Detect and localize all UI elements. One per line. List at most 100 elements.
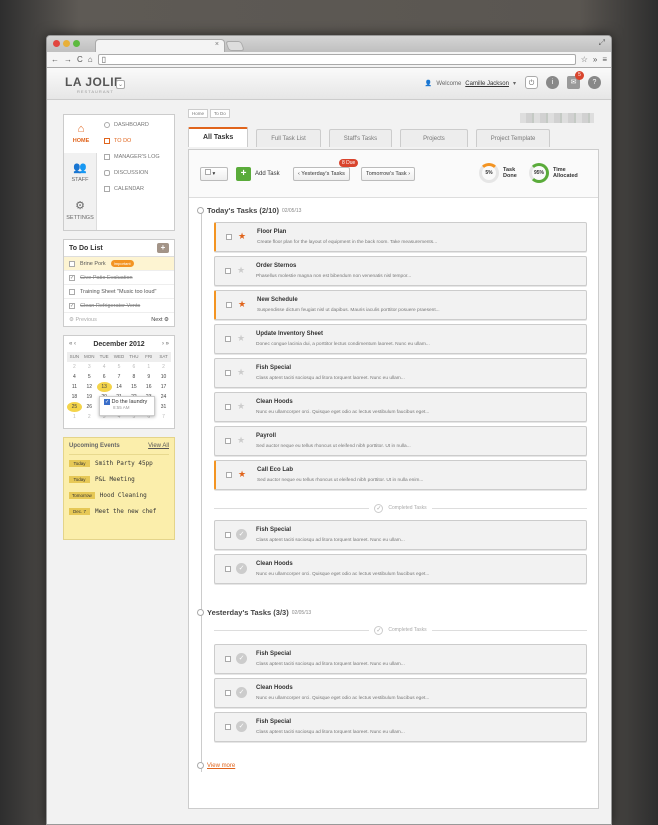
bookmark-star-icon[interactable]: ☆ — [581, 55, 588, 64]
completed-task-card[interactable]: ✓ Clean Hoods Nunc eu ullamcorper orci. Qu… — [214, 678, 587, 708]
browser-tab[interactable]: × — [95, 39, 225, 52]
url-field[interactable]: ▯ — [97, 54, 576, 65]
maximize-window-button[interactable] — [73, 40, 80, 47]
info-icon[interactable]: i — [546, 76, 559, 89]
star-icon[interactable]: ★ — [237, 265, 245, 276]
task-checkbox[interactable] — [226, 234, 232, 240]
calendar-day[interactable]: 15 — [126, 382, 141, 392]
task-card[interactable]: ★ Call Eco Lab Sed auctor neque eu tellus … — [214, 460, 587, 490]
tab-project-template[interactable]: Project Template — [475, 129, 551, 147]
star-icon[interactable]: ★ — [237, 333, 245, 344]
nav-staff[interactable]: 👥 STAFF — [64, 153, 96, 191]
todo-checkbox[interactable]: ✓ — [69, 302, 75, 309]
star-icon[interactable]: ★ — [238, 299, 246, 310]
check-icon[interactable]: ✓ — [236, 653, 247, 664]
new-tab-button[interactable] — [225, 41, 245, 51]
calendar-day[interactable]: 6 — [97, 372, 112, 382]
calendar-day[interactable]: 2 — [82, 412, 97, 422]
calendar-day[interactable]: 24 — [156, 392, 171, 402]
check-icon[interactable]: ✓ — [236, 721, 247, 732]
calendar-day[interactable]: 3 — [82, 362, 97, 372]
completed-task-card[interactable]: ✓ Fish Special Class aptent taciti sociosq… — [214, 712, 587, 742]
nav-home[interactable]: ⌂ HOME — [64, 115, 98, 153]
task-checkbox[interactable] — [225, 336, 231, 342]
extensions-icon[interactable]: » — [593, 55, 597, 64]
calendar-day[interactable]: 25 — [67, 402, 82, 412]
menu-icon[interactable]: ≡ — [602, 55, 607, 64]
calendar-day[interactable]: 1 — [141, 362, 156, 372]
task-checkbox[interactable] — [226, 472, 232, 478]
event-item[interactable]: Today Smith Party 45pp — [69, 455, 169, 471]
completed-task-card[interactable]: ✓ Clean Hoods Nunc eu ullamcorper orci. Qu… — [214, 554, 587, 584]
sublink-dashboard[interactable]: DASHBOARD — [104, 122, 160, 128]
app-logo[interactable]: LA JOLIE RESTAURANT — [65, 75, 123, 94]
sublink-calendar[interactable]: CALENDAR — [104, 186, 160, 192]
nav-settings[interactable]: ⚙ SETTINGS — [64, 191, 96, 229]
popup-checkbox[interactable]: ✓ — [104, 399, 110, 405]
todo-checkbox[interactable] — [69, 260, 75, 267]
calendar-day[interactable]: 1 — [67, 412, 82, 422]
user-menu[interactable]: 👤 Welcome Camille Jackson ▾ — [425, 80, 516, 88]
messages-icon[interactable]: ✉ 5 — [567, 71, 584, 89]
task-card[interactable]: ★ Fish Special Class aptent taciti sociosq… — [214, 358, 587, 388]
calendar-day[interactable]: 2 — [67, 362, 82, 372]
yesterday-tasks-button[interactable]: ‹ Yesterday's Tasks — [293, 167, 350, 181]
calendar-day[interactable]: 9 — [141, 372, 156, 382]
task-checkbox[interactable] — [225, 656, 231, 662]
todo-checkbox[interactable] — [69, 288, 75, 295]
tomorrow-task-button[interactable]: Tomorrow's Task › — [361, 167, 416, 181]
calendar-day[interactable]: 10 — [156, 372, 171, 382]
completed-task-card[interactable]: ✓ Fish Special Class aptent taciti sociosq… — [214, 520, 587, 550]
calendar-day[interactable]: 5 — [82, 372, 97, 382]
completed-task-card[interactable]: ✓ Fish Special Class aptent taciti sociosq… — [214, 644, 587, 674]
todo-checkbox[interactable]: ✓ — [69, 274, 75, 281]
calendar-day[interactable]: 6 — [126, 362, 141, 372]
task-card[interactable]: ★ Order Sternos Phasellus molestie magna n… — [214, 256, 587, 286]
task-card[interactable]: ★ Update Inventory Sheet Donec congue laci… — [214, 324, 587, 354]
select-all-checkbox[interactable] — [205, 169, 211, 175]
tab-all-tasks[interactable]: All Tasks — [188, 127, 249, 147]
task-card[interactable]: ★ Payroll Sed auctor neque eu tellus rhonc… — [214, 426, 587, 456]
help-icon[interactable]: ? — [588, 76, 601, 89]
minimize-window-button[interactable] — [63, 40, 70, 47]
task-card[interactable]: ★ New Schedule Suspendisse dictum feugiat … — [214, 290, 587, 320]
tab-projects[interactable]: Projects — [400, 129, 468, 147]
calendar-day[interactable]: 2 — [156, 362, 171, 372]
todo-prev-button[interactable]: ⚙ Previous — [69, 317, 97, 323]
event-item[interactable]: Dec. 7 Meet the new chef — [69, 503, 169, 519]
add-task-button[interactable]: + Add Task — [236, 167, 280, 181]
calendar-day[interactable]: 18 — [67, 392, 82, 402]
calendar-day[interactable]: 11 — [67, 382, 82, 392]
add-todo-button[interactable]: + — [157, 243, 169, 253]
fullscreen-icon[interactable]: ⤢ — [599, 38, 605, 48]
calendar-day[interactable]: 26 — [82, 402, 97, 412]
task-checkbox[interactable] — [225, 438, 231, 444]
power-icon[interactable]: ⏻ — [525, 76, 538, 89]
task-card[interactable]: ★ Clean Hoods Nunc eu ullamcorper orci. Qu… — [214, 392, 587, 422]
task-checkbox[interactable] — [225, 268, 231, 274]
calendar-day[interactable]: 16 — [141, 382, 156, 392]
calendar-day[interactable]: 7 — [112, 372, 127, 382]
calendar-day[interactable]: 8 — [126, 372, 141, 382]
check-icon[interactable]: ✓ — [236, 687, 247, 698]
task-checkbox[interactable] — [225, 532, 231, 538]
star-icon[interactable]: ★ — [238, 469, 246, 480]
logo-dropdown-icon[interactable]: ⌄ — [116, 80, 125, 89]
forward-icon[interactable]: → — [64, 55, 72, 64]
sublink-discussion[interactable]: DISCUSSION — [104, 170, 160, 176]
calendar-day[interactable]: 19 — [82, 392, 97, 402]
view-all-link[interactable]: View All — [148, 443, 169, 449]
todo-item[interactable]: ✓ Give Patio Evaluation — [64, 271, 174, 285]
close-window-button[interactable] — [53, 40, 60, 47]
next-month-icon[interactable]: › » — [162, 341, 169, 347]
view-more-link[interactable]: View more — [197, 762, 235, 769]
task-checkbox[interactable] — [225, 566, 231, 572]
calendar-day[interactable]: 12 — [82, 382, 97, 392]
task-checkbox[interactable] — [226, 302, 232, 308]
todo-item[interactable]: ✓ Clean Refrigerator Vents — [64, 299, 174, 313]
task-checkbox[interactable] — [225, 724, 231, 730]
task-checkbox[interactable] — [225, 404, 231, 410]
close-tab-icon[interactable]: × — [215, 41, 219, 48]
check-icon[interactable]: ✓ — [236, 563, 247, 574]
star-icon[interactable]: ★ — [237, 435, 245, 446]
